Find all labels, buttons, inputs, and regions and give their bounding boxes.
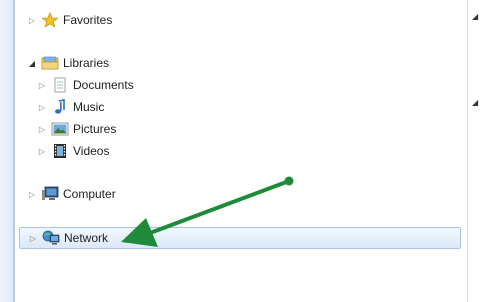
nav-label-libraries: Libraries [63, 56, 110, 70]
nav-label-music: Music [73, 100, 105, 114]
nav-item-documents[interactable]: ▷ Documents [37, 75, 134, 95]
expand-arrow-icon[interactable]: ▷ [37, 147, 47, 156]
collapse-arrow-icon[interactable]: ◢ [27, 59, 37, 68]
libraries-icon [41, 55, 59, 71]
nav-item-music[interactable]: ▷ Music [37, 97, 104, 117]
nav-label-documents: Documents [73, 78, 134, 92]
nav-label-favorites: Favorites [63, 13, 113, 27]
computer-icon [41, 186, 59, 202]
expand-arrow-icon[interactable]: ▷ [37, 103, 47, 112]
network-icon [42, 230, 60, 246]
nav-item-pictures[interactable]: ▷ Pictures [37, 119, 116, 139]
nav-label-videos: Videos [73, 144, 110, 158]
collapse-caret-icon[interactable]: ◢ [472, 12, 478, 21]
nav-item-computer[interactable]: ▷ Computer [27, 184, 116, 204]
right-pane-edge: ◢ ◢ [465, 0, 485, 302]
expand-arrow-icon[interactable]: ▷ [37, 81, 47, 90]
nav-item-videos[interactable]: ▷ Videos [37, 141, 109, 161]
nav-label-pictures: Pictures [73, 122, 117, 136]
expand-arrow-icon[interactable]: ▷ [27, 16, 37, 25]
navigation-pane: ▷ Favorites ◢ Libraries ▷ Documents ▷ Mu… [17, 0, 465, 302]
film-strip-icon [51, 143, 69, 159]
expand-arrow-icon[interactable]: ▷ [28, 234, 38, 243]
star-icon [41, 12, 59, 28]
nav-item-favorites[interactable]: ▷ Favorites [27, 10, 112, 30]
expand-arrow-icon[interactable]: ▷ [37, 125, 47, 134]
nav-item-network[interactable]: ▷ Network [19, 227, 461, 249]
document-icon [51, 77, 69, 93]
expand-arrow-icon[interactable]: ▷ [27, 190, 37, 199]
nav-label-computer: Computer [63, 187, 116, 201]
pane-divider [467, 0, 468, 302]
left-window-edge [0, 0, 15, 302]
nav-label-network: Network [64, 231, 109, 245]
picture-icon [51, 121, 69, 137]
left-window-border [13, 0, 15, 302]
nav-item-libraries[interactable]: ◢ Libraries [27, 53, 109, 73]
music-note-icon [51, 99, 69, 115]
collapse-caret-icon[interactable]: ◢ [472, 98, 478, 107]
